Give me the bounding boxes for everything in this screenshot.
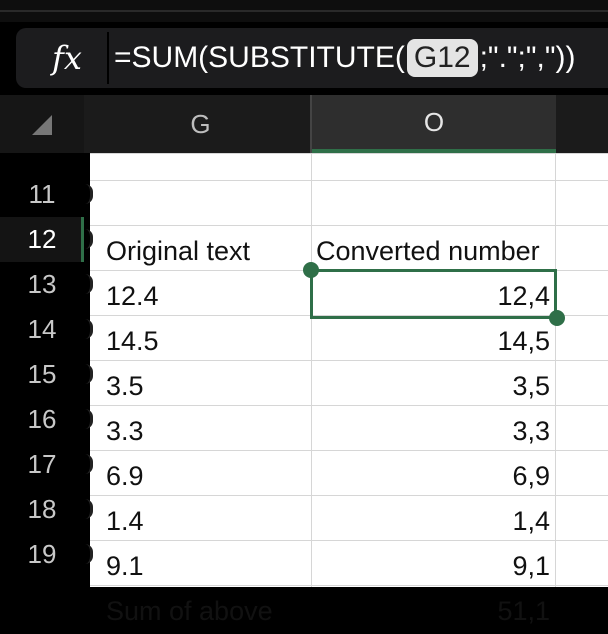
row-header-13[interactable]: 13 [0,262,84,307]
selection-start-handle[interactable] [303,262,319,278]
column-header-o[interactable]: O [312,95,556,153]
column-header-next[interactable] [556,95,608,153]
cell-o15[interactable]: 3,3 [312,409,550,454]
cell-o16[interactable]: 6,9 [312,454,550,499]
hidden-column-edge [84,538,93,568]
cell-g13[interactable]: 14.5 [106,319,311,364]
row-header-15[interactable]: 15 [0,352,84,397]
row-header-17[interactable]: 17 [0,442,84,487]
cell-area[interactable]: Original text Converted number 12.4 12,4… [90,153,608,626]
hidden-column-edge [84,313,93,343]
cell-g15[interactable]: 3.3 [106,409,311,454]
column-header-g[interactable]: G [90,95,311,153]
cell-g17[interactable]: 1.4 [106,499,311,544]
selection-end-handle[interactable] [549,310,565,326]
formula-cell-reference[interactable]: G12 [406,39,478,77]
row-header-14[interactable]: 14 [0,307,84,352]
hidden-column-edge [84,358,93,388]
hidden-column-edge [84,223,93,253]
hidden-column-edge [84,448,93,478]
spreadsheet-grid: G O Original text Converted number 12.4 … [0,95,608,626]
cell-o11[interactable]: Converted number [316,229,554,274]
hidden-column-edge [84,268,93,298]
gridline-h [90,180,608,181]
gridline-v [555,153,556,587]
cell-g16[interactable]: 6.9 [106,454,311,499]
top-strip-edge [0,10,608,12]
hidden-column-edge [84,403,93,433]
formula-text-suffix: ;".";",")) [479,41,576,74]
top-strip [0,0,608,22]
cell-o13[interactable]: 14,5 [312,319,550,364]
cell-g12[interactable]: 12.4 [106,274,311,319]
cell-g18[interactable]: 9.1 [106,544,311,589]
gridline-h [90,153,608,154]
gridline-h [90,225,608,226]
formula-text-prefix: =SUM(SUBSTITUTE( [114,41,405,74]
cell-o18[interactable]: 9,1 [312,544,550,589]
cell-g11[interactable]: Original text [106,229,311,274]
cell-o17[interactable]: 1,4 [312,499,550,544]
cell-o19[interactable]: 51,1 [312,589,550,634]
select-all-triangle-icon [32,115,52,135]
cell-o14[interactable]: 3,5 [312,364,550,409]
row-header-16[interactable]: 16 [0,397,84,442]
function-icon[interactable]: fx [42,38,92,78]
formula-input[interactable]: =SUM(SUBSTITUTE( G12 ;".";",")) [114,36,576,80]
select-all-corner[interactable] [0,95,84,153]
cell-g14[interactable]: 3.5 [106,364,311,409]
row-header-11[interactable]: 11 [0,172,84,217]
hidden-column-edge [84,493,93,523]
selected-cell-outline [310,269,557,319]
row-header-18[interactable]: 18 [0,487,84,532]
cell-g19[interactable]: Sum of above [106,589,311,634]
formula-bar: fx =SUM(SUBSTITUTE( G12 ;".";",")) [16,28,608,88]
row-header-19[interactable]: 19 [0,532,84,577]
formula-bar-divider [107,32,109,84]
hidden-column-edge [84,178,93,208]
row-header-12[interactable]: 12 [0,217,84,262]
